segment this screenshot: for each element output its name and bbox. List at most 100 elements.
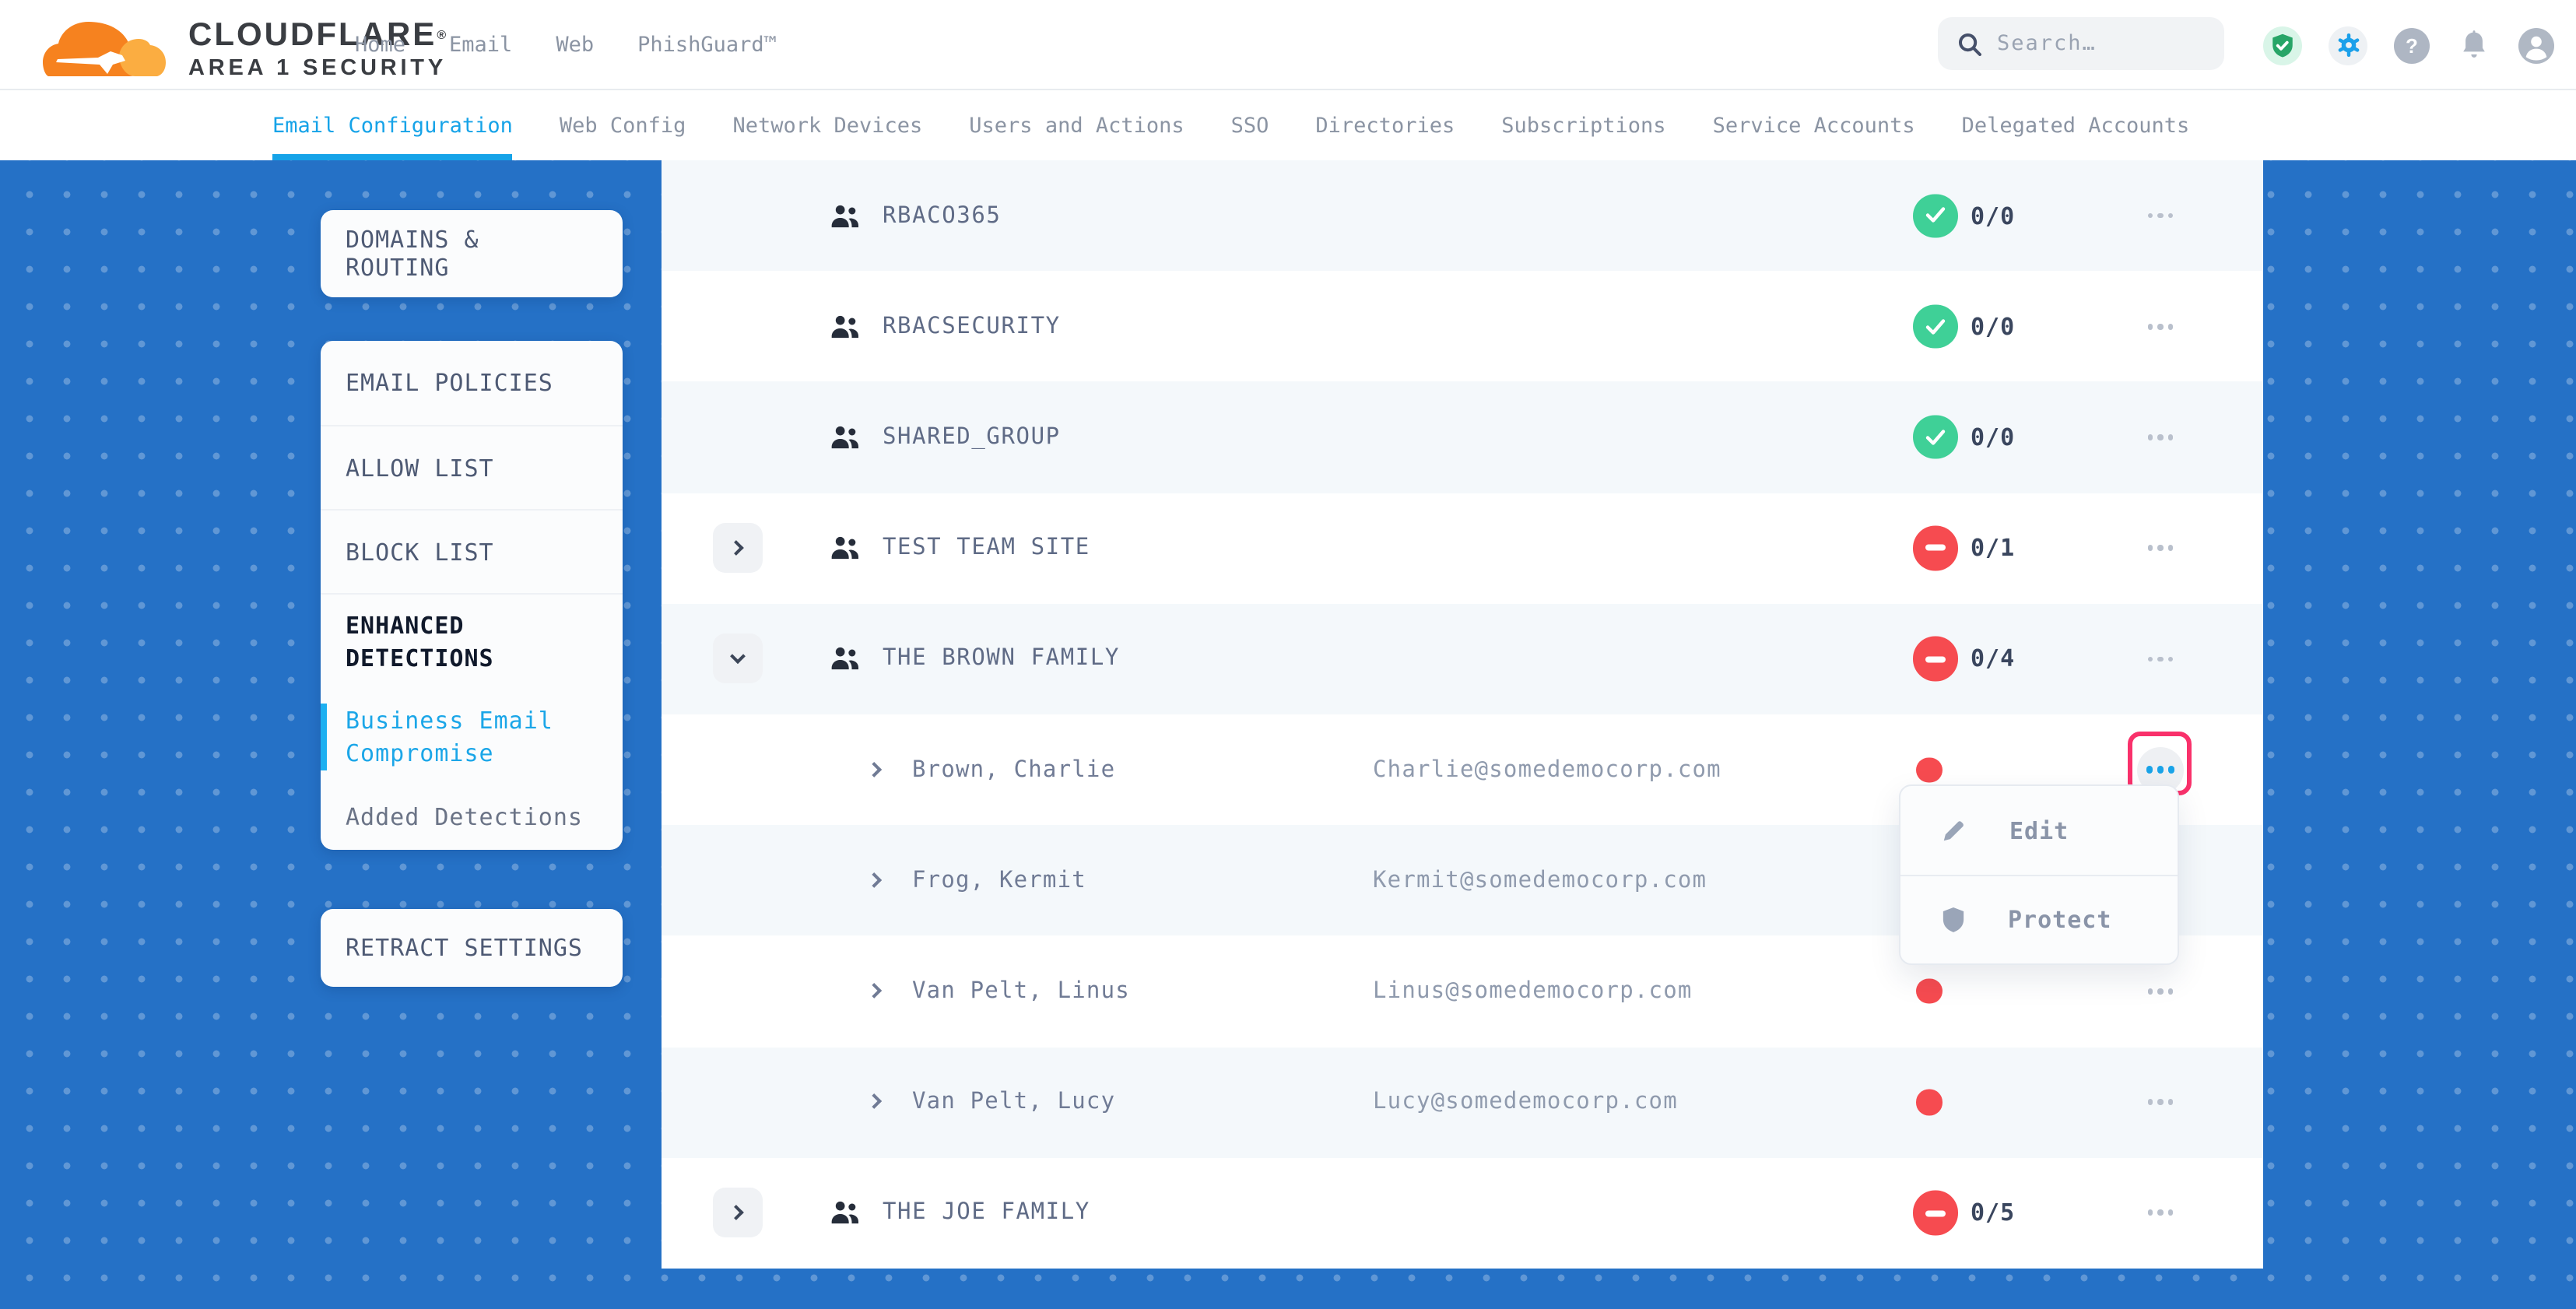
sidebar-item-enhanced-detections[interactable]: ENHANCED DETECTIONS [321,593,623,690]
table-row: RBACSECURITY 0/0 [662,271,2263,381]
group-icon [830,202,861,229]
shield-check-icon[interactable] [2263,26,2302,65]
protected-count: 0/0 [1971,423,2015,451]
avatar-icon[interactable] [2518,27,2554,63]
group-name: SHARED_GROUP [883,425,1061,450]
config-tabs: Email Configuration Web Config Network D… [0,90,2576,160]
table-row: THE BROWN FAMILY 0/4 [662,604,2263,714]
row-actions-button[interactable] [2137,414,2184,461]
chevron-down-icon [730,649,746,665]
sidebar-card-domains: DOMAINS & ROUTING [321,210,623,297]
member-name: Van Pelt, Linus [912,979,1130,1004]
row-actions-button[interactable] [2137,636,2184,683]
top-nav: Home Email Web PhishGuard™ [355,0,777,90]
sidebar-item-retract-settings[interactable]: RETRACT SETTINGS [321,909,623,987]
sidebar-item-block-list[interactable]: BLOCK LIST [321,509,623,593]
member-chevron-icon[interactable] [866,762,880,776]
status-blocked-icon [1913,1191,1957,1235]
tab-directories[interactable]: Directories [1315,90,1455,160]
group-name: TEST TEAM SITE [883,535,1090,560]
member-name: Van Pelt, Lucy [912,1090,1115,1114]
member-chevron-icon[interactable] [866,872,880,886]
group-icon [830,1200,861,1227]
tab-network-devices[interactable]: Network Devices [732,90,922,160]
chevron-right-icon [728,540,744,556]
member-email: Lucy@somedemocorp.com [1373,1090,1678,1114]
menu-item-edit[interactable]: Edit [1900,786,2178,875]
table-row: RBACO365 0/0 [662,160,2263,271]
expand-group-button[interactable] [713,523,763,573]
chevron-right-icon [728,1205,744,1221]
menu-item-protect[interactable]: Protect [1900,875,2178,963]
group-name: THE BROWN FAMILY [883,647,1120,672]
group-icon [830,314,861,340]
groups-table: RBACO365 0/0 RBACSECURITY 0/0 [662,160,2263,1269]
bell-icon[interactable] [2456,27,2492,63]
tab-web-config[interactable]: Web Config [560,90,686,160]
top-header: CLOUDFLARE® AREA 1 SECURITY Home Email W… [0,0,2576,90]
sidebar-card-retract: RETRACT SETTINGS [321,909,623,987]
tab-delegated-accounts[interactable]: Delegated Accounts [1962,90,2190,160]
nav-item-web[interactable]: Web [556,33,594,58]
cloudflare-cloud-icon [42,12,167,78]
table-row: TEST TEAM SITE 0/1 [662,493,2263,603]
shield-icon [1941,906,1966,934]
member-name: Brown, Charlie [912,757,1115,782]
status-ok-icon [1913,415,1957,459]
tab-email-configuration[interactable]: Email Configuration [272,90,513,160]
nav-item-home[interactable]: Home [355,33,405,58]
row-actions-button[interactable] [2137,1079,2184,1125]
protected-count: 0/0 [1971,202,2015,230]
tab-users-and-actions[interactable]: Users and Actions [969,90,1184,160]
search-input[interactable] [1997,31,2199,56]
active-indicator-bar [321,704,326,770]
group-icon [830,424,861,451]
tab-sso[interactable]: SSO [1231,90,1269,160]
sidebar-item-business-email-compromise[interactable]: Business Email Compromise [321,690,623,784]
tab-service-accounts[interactable]: Service Accounts [1713,90,1915,160]
nav-item-phishguard[interactable]: PhishGuard™ [637,33,777,58]
status-unprotected-dot [1916,757,1942,783]
tab-subscriptions[interactable]: Subscriptions [1501,90,1665,160]
help-icon[interactable]: ? [2394,27,2430,63]
collapse-group-button[interactable] [713,634,763,684]
row-actions-button[interactable] [2137,1190,2184,1237]
group-icon [830,646,861,672]
sidebar-card-policies: EMAIL POLICIES ALLOW LIST BLOCK LIST ENH… [321,341,623,850]
search-box[interactable] [1938,17,2224,70]
protected-count: 0/5 [1971,1199,2015,1227]
row-actions-button[interactable] [2137,192,2184,239]
app-root: CLOUDFLARE® AREA 1 SECURITY Home Email W… [0,0,2576,1309]
status-blocked-icon [1913,526,1957,570]
group-name: RBACSECURITY [883,314,1061,339]
status-blocked-icon [1913,637,1957,681]
table-row: THE JOE FAMILY 0/5 [662,1157,2263,1268]
member-email: Kermit@somedemocorp.com [1373,868,1707,893]
protected-count: 0/4 [1971,645,2015,673]
sidebar-item-allow-list[interactable]: ALLOW LIST [321,425,623,509]
member-email: Charlie@somedemocorp.com [1373,757,1721,782]
member-email: Linus@somedemocorp.com [1373,979,1693,1004]
row-actions-button[interactable] [2137,525,2184,571]
protected-count: 0/1 [1971,534,2015,562]
member-chevron-icon[interactable] [866,1094,880,1108]
expand-group-button[interactable] [713,1188,763,1238]
group-name: RBACO365 [883,203,1002,228]
member-chevron-icon[interactable] [866,984,880,998]
status-unprotected-dot [1916,1090,1942,1115]
row-actions-button[interactable] [2137,304,2184,350]
sidebar-item-email-policies[interactable]: EMAIL POLICIES [321,341,623,425]
row-actions-button[interactable] [2137,968,2184,1015]
table-row: Van Pelt, Lucy Lucy@somedemocorp.com [662,1047,2263,1157]
sidebar-item-added-detections[interactable]: Added Detections [321,784,623,850]
member-name: Frog, Kermit [912,868,1086,893]
search-icon [1958,32,1981,55]
status-unprotected-dot [1916,978,1942,1004]
sidebar-item-domains-routing[interactable]: DOMAINS & ROUTING [321,210,623,297]
pencil-icon [1941,817,1967,844]
status-ok-icon [1913,194,1957,238]
gear-icon[interactable] [2329,26,2367,65]
header-icons: ? [2263,0,2554,90]
row-actions-menu: Edit Protect [1899,784,2179,965]
nav-item-email[interactable]: Email [449,33,512,58]
